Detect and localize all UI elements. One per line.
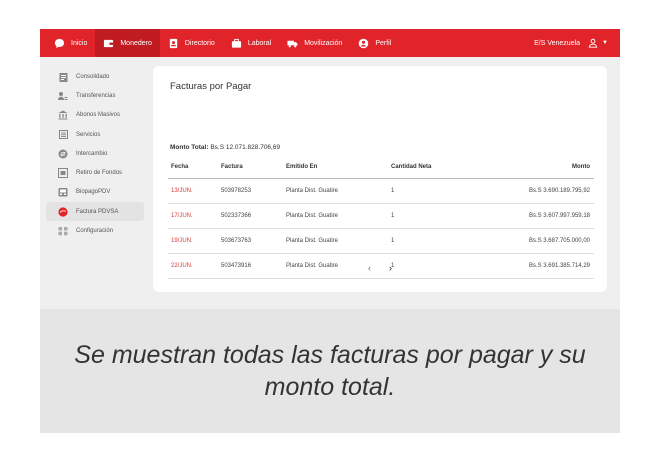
- user-label: E/S Venezuela: [534, 39, 581, 47]
- nav-perfil[interactable]: Perfil: [350, 29, 399, 57]
- pagination: ‹ ›: [153, 263, 607, 273]
- page-title: Facturas por Pagar: [170, 81, 252, 92]
- sidebar-item-abonos-masivos[interactable]: Abonos Masivos: [46, 106, 144, 125]
- cell-fecha: 13/JUN.: [168, 178, 218, 204]
- cell-monto: Bs.S 3.607.997.959,18: [508, 203, 594, 229]
- sidebar-item-label: Servicios: [76, 131, 101, 138]
- nav-directorio-label: Directorio: [184, 39, 215, 47]
- sidebar-item-label: Abonos Masivos: [76, 112, 121, 119]
- top-navbar: Inicio Monedero Directorio Laboral Movil…: [40, 29, 620, 57]
- sidebar-item-label: Consolidado: [76, 73, 110, 80]
- user-circle-icon: [358, 38, 369, 49]
- sidebar-item-label: Transferencias: [76, 92, 116, 99]
- chat-bubble-icon: [54, 38, 65, 49]
- wallet-icon: [103, 38, 114, 49]
- table-row[interactable]: 19/JUN. 503673763 Planta Dist. Guatire 1…: [168, 228, 594, 254]
- nav-movilizacion-label: Movilización: [304, 39, 343, 47]
- user-icon: [588, 38, 598, 48]
- sidebar-item-label: Factura PDVSA: [76, 208, 119, 215]
- nav-inicio[interactable]: Inicio: [40, 29, 95, 57]
- fingerprint-terminal-icon: [58, 187, 68, 197]
- cell-emitido: Planta Dist. Guatire: [283, 228, 388, 254]
- cell-fecha: 17/JUN.: [168, 203, 218, 229]
- pdvsa-logo-icon: [58, 207, 68, 217]
- chevron-right-icon[interactable]: ›: [389, 263, 392, 273]
- total-amount: Monto Total: Bs.S 12.071.828.706,69: [170, 144, 280, 151]
- cell-factura: 503978253: [218, 178, 283, 204]
- sidebar-item-label: Configuración: [76, 228, 114, 235]
- nav-movilizacion[interactable]: Movilización: [279, 29, 350, 57]
- briefcase-icon: [231, 38, 242, 49]
- list-icon: [58, 130, 68, 140]
- cell-monto: Bs.S 3.687.705.000,00: [508, 228, 594, 254]
- sidebar-item-servicios[interactable]: Servicios: [46, 125, 144, 144]
- column-header-factura: Factura: [218, 156, 283, 179]
- sidebar-item-consolidado[interactable]: Consolidado: [46, 67, 144, 86]
- invoices-card: Facturas por Pagar Monto Total: Bs.S 12.…: [153, 66, 607, 292]
- nav-monedero-label: Monedero: [120, 39, 152, 47]
- column-header-monto: Monto: [508, 156, 594, 179]
- cell-factura: 503673763: [218, 228, 283, 254]
- sidebar-item-factura-pdvsa[interactable]: Factura PDVSA: [46, 202, 144, 222]
- sidebar-item-intercambio[interactable]: Intercambio: [46, 144, 144, 163]
- chevron-left-icon[interactable]: ‹: [368, 263, 371, 273]
- cell-emitido: Planta Dist. Guatire: [283, 178, 388, 204]
- caption-text: Se muestran todas las facturas por pagar…: [74, 341, 586, 401]
- nav-laboral-label: Laboral: [247, 39, 272, 47]
- cell-monto: Bs.S 3.690.189.795,92: [508, 178, 594, 204]
- table-row[interactable]: 17/JUN. 502337366 Planta Dist. Guatire 1…: [168, 203, 594, 229]
- nav-laboral[interactable]: Laboral: [223, 29, 279, 57]
- nav-directorio[interactable]: Directorio: [160, 29, 223, 57]
- chevron-down-icon: ▼: [602, 40, 608, 46]
- column-header-emitido: Emitido En: [283, 156, 388, 179]
- clipboard-icon: [58, 72, 68, 82]
- cell-cantidad: 1: [388, 228, 508, 254]
- bank-icon: [58, 110, 68, 120]
- user-menu[interactable]: E/S Venezuela ▼: [534, 38, 620, 48]
- total-label: Monto Total:: [170, 144, 209, 151]
- sidebar-item-biopagopdv[interactable]: BiopagoPDV: [46, 183, 144, 202]
- column-header-fecha: Fecha: [168, 156, 218, 179]
- nav-monedero[interactable]: Monedero: [95, 29, 160, 57]
- sidebar-item-retiro-de-fondos[interactable]: Retiro de Fondos: [46, 163, 144, 182]
- app-frame: Inicio Monedero Directorio Laboral Movil…: [40, 29, 620, 433]
- sidebar-item-transferencias[interactable]: Transferencias: [46, 86, 144, 105]
- column-header-cantidad: Cantidad Neta: [388, 156, 508, 179]
- truck-icon: [287, 38, 298, 49]
- cell-factura: 502337366: [218, 203, 283, 229]
- sidebar: Consolidado Transferencias Abonos Masivo…: [40, 57, 150, 309]
- exchange-icon: [58, 149, 68, 159]
- cell-fecha: 19/JUN.: [168, 228, 218, 254]
- nav-perfil-label: Perfil: [375, 39, 392, 47]
- contacts-icon: [168, 38, 179, 49]
- settings-icon: [58, 226, 68, 236]
- sidebar-item-configuracion[interactable]: Configuración: [46, 221, 144, 240]
- nav-inicio-label: Inicio: [71, 39, 88, 47]
- total-value: Bs.S 12.071.828.706,69: [210, 144, 281, 151]
- people-transfer-icon: [58, 91, 68, 101]
- invoices-table: Fecha Factura Emitido En Cantidad Neta M…: [168, 156, 594, 279]
- sidebar-item-label: Intercambio: [76, 150, 108, 157]
- cell-cantidad: 1: [388, 203, 508, 229]
- table-header-row: Fecha Factura Emitido En Cantidad Neta M…: [168, 156, 594, 179]
- withdraw-icon: [58, 168, 68, 179]
- sidebar-item-label: Retiro de Fondos: [76, 170, 123, 177]
- cell-cantidad: 1: [388, 178, 508, 204]
- sidebar-item-label: BiopagoPDV: [76, 189, 111, 196]
- table-row[interactable]: 13/JUN. 503978253 Planta Dist. Guatire 1…: [168, 178, 594, 204]
- cell-emitido: Planta Dist. Guatire: [283, 203, 388, 229]
- caption-banner: Se muestran todas las facturas por pagar…: [40, 309, 620, 433]
